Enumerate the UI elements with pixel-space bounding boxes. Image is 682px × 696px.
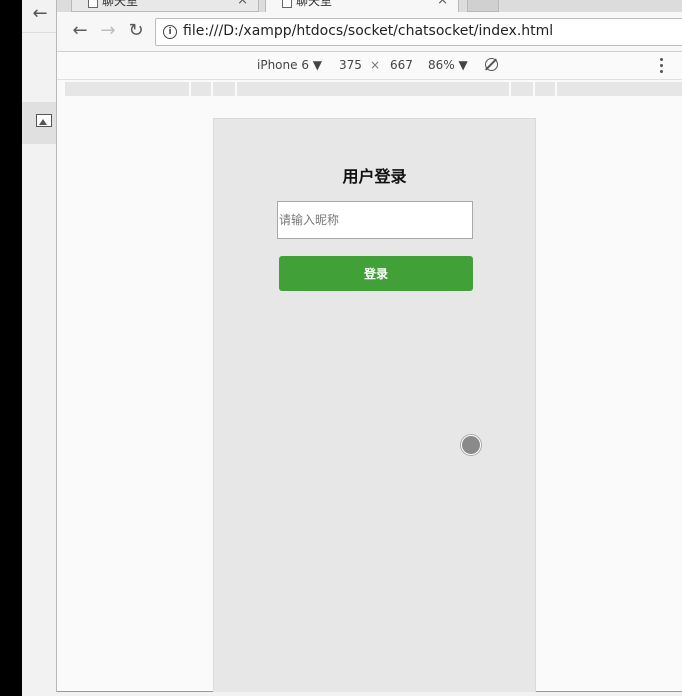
page-title: 用户登录 — [342, 167, 407, 186]
tab-title: 聊天室 — [296, 0, 333, 8]
info-icon[interactable]: i — [163, 25, 177, 39]
device-height[interactable]: 667 — [390, 58, 413, 72]
tab-chatroom-1[interactable]: 聊天室 × — [71, 0, 259, 12]
back-button[interactable]: ← — [67, 18, 93, 44]
media-query-bar[interactable] — [65, 82, 682, 96]
reload-button[interactable]: ↻ — [123, 18, 149, 44]
browser-window: 聊天室 × 聊天室 × ← → ↻ i file:///D:/xampp/htd… — [56, 0, 682, 692]
address-bar[interactable]: i file:///D:/xampp/htdocs/socket/chatsoc… — [155, 18, 682, 46]
arrow-left-icon: ← — [32, 3, 48, 24]
touch-cursor — [461, 435, 481, 455]
document-icon — [88, 0, 98, 8]
device-viewport: 用户登录 登录 — [213, 118, 536, 692]
url-text[interactable]: file:///D:/xampp/htdocs/socket/chatsocke… — [183, 23, 553, 39]
login-button[interactable]: 登录 — [279, 256, 473, 291]
tab-strip: 聊天室 × 聊天室 × — [57, 0, 682, 12]
dimension-separator: × — [370, 58, 381, 72]
background-back-button[interactable]: ← — [28, 2, 52, 26]
new-tab-button[interactable] — [467, 0, 499, 12]
close-icon[interactable]: × — [237, 0, 248, 9]
browser-toolbar: ← → ↻ i file:///D:/xampp/htdocs/socket/c… — [57, 12, 682, 52]
rotate-icon[interactable] — [485, 58, 498, 71]
nickname-input[interactable] — [277, 201, 473, 239]
background-divider — [22, 32, 56, 33]
more-options-icon[interactable] — [659, 58, 665, 74]
image-icon — [36, 114, 52, 127]
device-width[interactable]: 375 — [339, 58, 362, 72]
device-toolbar: iPhone 6 ▼ 375 × 667 86% ▼ — [57, 52, 682, 80]
zoom-select[interactable]: 86% ▼ — [428, 58, 468, 72]
forward-button[interactable]: → — [95, 18, 121, 44]
close-icon[interactable]: × — [437, 0, 448, 9]
document-icon — [282, 0, 292, 8]
tab-title: 聊天室 — [102, 0, 139, 8]
device-select[interactable]: iPhone 6 ▼ — [257, 58, 322, 72]
tab-chatroom-2[interactable]: 聊天室 × — [265, 0, 459, 12]
